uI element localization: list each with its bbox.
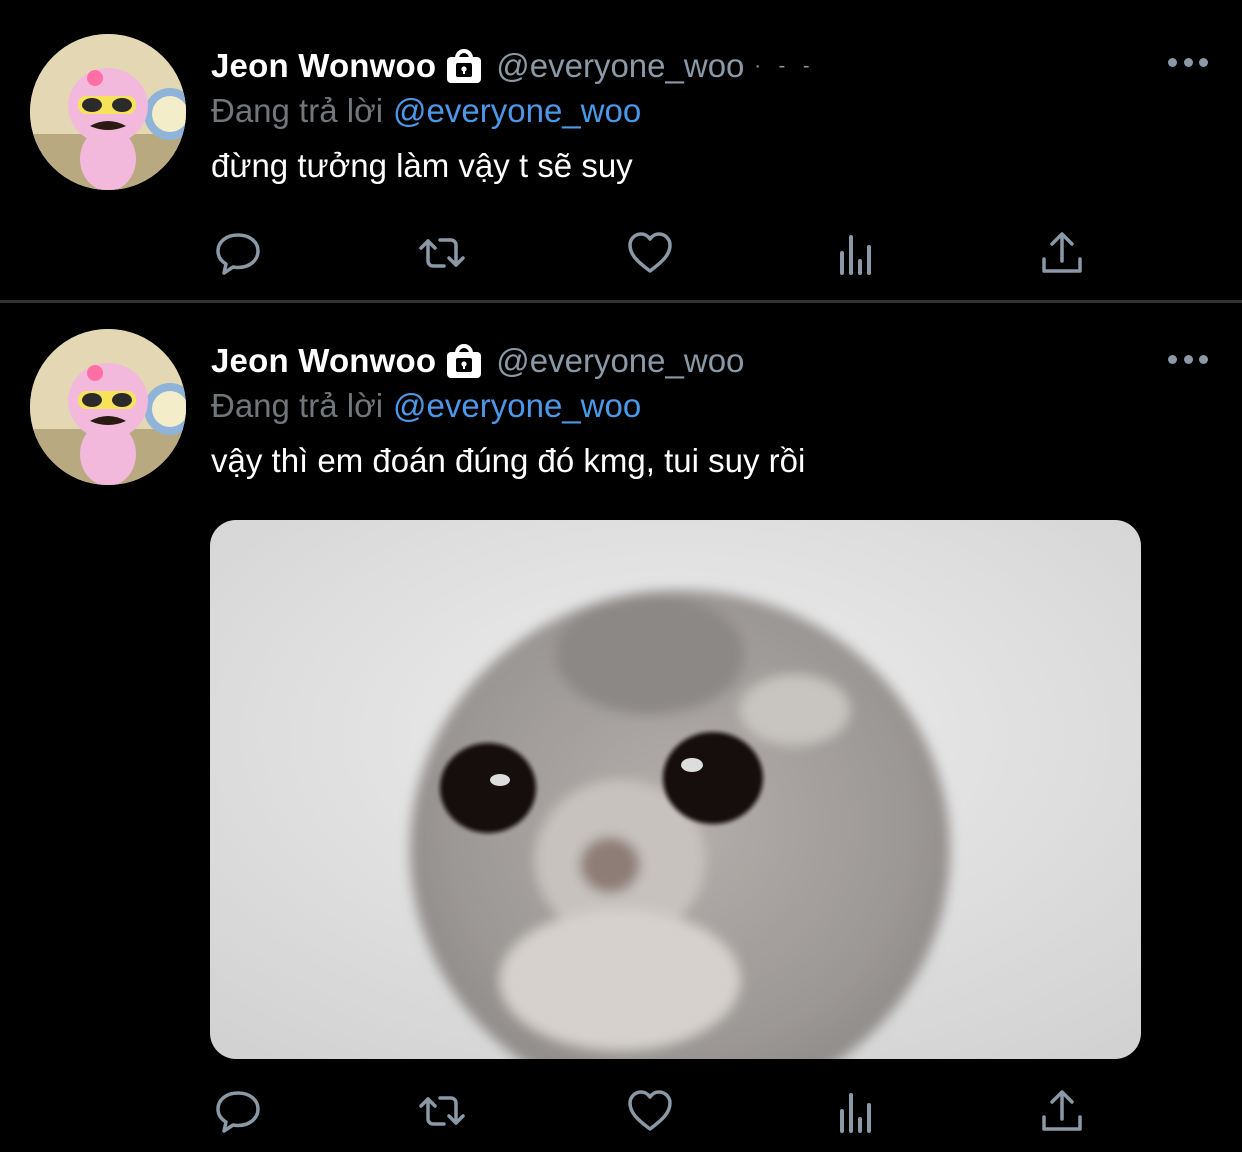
display-name[interactable]: Jeon Wonwoo: [211, 342, 436, 380]
views-icon[interactable]: [830, 1086, 882, 1136]
avatar[interactable]: [30, 329, 186, 485]
more-options-icon[interactable]: [1168, 52, 1208, 72]
share-icon[interactable]: [1036, 228, 1088, 278]
display-name[interactable]: Jeon Wonwoo: [211, 47, 436, 85]
replying-to: Đang trả lời @everyone_woo: [211, 383, 1182, 429]
more-options-icon[interactable]: [1168, 349, 1208, 369]
timestamp: · - -: [754, 54, 816, 77]
tweet-item[interactable]: Jeon Wonwoo @everyone_woo Đang trả lời @…: [0, 303, 1242, 1152]
reply-label: Đang trả lời: [211, 387, 384, 424]
share-icon[interactable]: [1036, 1086, 1088, 1136]
views-icon[interactable]: [830, 228, 882, 278]
tweet-content: Jeon Wonwoo @everyone_woo · - - Đang trả…: [211, 44, 1182, 188]
reply-label: Đang trả lời: [211, 92, 384, 129]
tweet-actions: [210, 228, 1090, 278]
handle[interactable]: @everyone_woo: [496, 47, 744, 85]
retweet-icon[interactable]: [416, 1086, 468, 1136]
replying-to: Đang trả lời @everyone_woo: [211, 88, 1182, 134]
like-icon[interactable]: [624, 1086, 676, 1136]
reply-mention-link[interactable]: @everyone_woo: [393, 387, 641, 425]
like-icon[interactable]: [624, 228, 676, 278]
tweet-item[interactable]: Jeon Wonwoo @everyone_woo · - - Đang trả…: [0, 0, 1242, 300]
author-row: Jeon Wonwoo @everyone_woo: [211, 339, 1182, 383]
lock-icon: [446, 343, 482, 379]
tweet-media-image[interactable]: [210, 520, 1141, 1059]
lock-icon: [446, 48, 482, 84]
tweet-content: Jeon Wonwoo @everyone_woo Đang trả lời @…: [211, 339, 1182, 483]
reply-icon[interactable]: [212, 228, 264, 278]
tweet-actions: [210, 1086, 1090, 1136]
author-row: Jeon Wonwoo @everyone_woo · - -: [211, 44, 1182, 88]
retweet-icon[interactable]: [416, 228, 468, 278]
reply-icon[interactable]: [212, 1086, 264, 1136]
tweet-text: vậy thì em đoán đúng đó kmg, tui suy rồi: [211, 442, 806, 479]
handle[interactable]: @everyone_woo: [496, 342, 744, 380]
tweet-text: đừng tưởng làm vậy t sẽ suy: [211, 147, 633, 184]
avatar[interactable]: [30, 34, 186, 190]
reply-mention-link[interactable]: @everyone_woo: [393, 92, 641, 130]
